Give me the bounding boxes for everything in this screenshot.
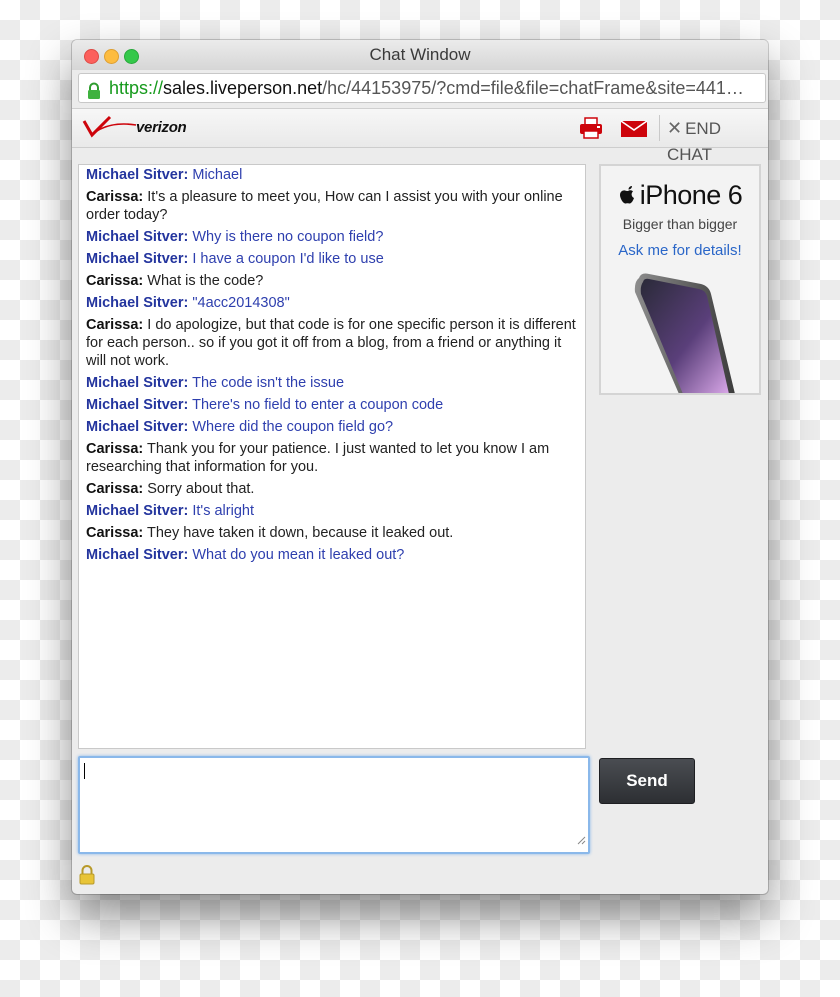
chat-message: Michael Sitver: Michael [86, 166, 578, 184]
url-text: https://sales.liveperson.net/hc/44153975… [109, 74, 759, 102]
message-text: The code isn't the issue [192, 375, 345, 391]
send-button[interactable]: Send [599, 758, 695, 804]
toolbar-divider [659, 115, 660, 141]
apple-logo-icon [619, 186, 634, 204]
address-bar: https://sales.liveperson.net/hc/44153975… [72, 70, 768, 109]
message-sender: Carissa: [86, 189, 144, 205]
message-sender: Michael Sitver: [86, 419, 189, 435]
end-chat-button[interactable]: ✕ END CHAT [667, 115, 768, 164]
message-sender: Michael Sitver: [86, 375, 189, 391]
message-text: Thank you for your patience. I just want… [86, 441, 550, 475]
message-text: "4acc2014308" [192, 295, 290, 311]
message-text: Why is there no coupon field? [192, 229, 384, 245]
printer-icon[interactable] [578, 115, 604, 146]
chat-toolbar: verizon ✕ END CHAT [72, 109, 768, 164]
brand-wordmark: verizon [136, 119, 187, 136]
secure-lock-icon [86, 80, 102, 102]
chat-message: Michael Sitver: What do you mean it leak… [86, 546, 578, 564]
message-text: What do you mean it leaked out? [192, 547, 405, 563]
secure-connection-lock-icon [78, 864, 96, 891]
message-sender: Michael Sitver: [86, 503, 189, 519]
chat-message: Michael Sitver: I have a coupon I'd like… [86, 250, 578, 268]
message-sender: Carissa: [86, 525, 144, 541]
chat-message: Carissa: Thank you for your patience. I … [86, 440, 578, 476]
message-text: It's alright [192, 503, 254, 519]
window-title: Chat Window [369, 45, 471, 64]
message-sender: Michael Sitver: [86, 229, 189, 245]
chat-message: Carissa: Sorry about that. [86, 480, 578, 498]
chat-message: Michael Sitver: The code isn't the issue [86, 374, 578, 392]
message-text: Michael [192, 167, 243, 183]
zoom-window-button[interactable] [124, 49, 139, 64]
url-path: /hc/44153975/?cmd=file&file=chatFrame&si… [322, 78, 744, 98]
url-field[interactable]: https://sales.liveperson.net/hc/44153975… [78, 73, 766, 103]
ad-title-text: iPhone 6 [639, 180, 743, 210]
chat-message: Michael Sitver: There's no field to ente… [86, 396, 578, 414]
chat-message: Michael Sitver: It's alright [86, 502, 578, 520]
close-x-icon: ✕ [667, 118, 683, 138]
message-sender: Michael Sitver: [86, 295, 189, 311]
message-sender: Carissa: [86, 441, 144, 457]
chat-message: Carissa: They have taken it down, becaus… [86, 524, 578, 542]
message-text: I have a coupon I'd like to use [192, 251, 384, 267]
chat-message: Carissa: What is the code? [86, 272, 578, 290]
ad-title: iPhone 6 [601, 180, 759, 211]
url-host: sales.liveperson.net [163, 78, 323, 98]
resize-grip-icon[interactable] [576, 832, 586, 850]
message-text: I do apologize, but that code is for one… [86, 317, 576, 369]
chat-message: Michael Sitver: Why is there no coupon f… [86, 228, 578, 246]
message-text: They have taken it down, because it leak… [147, 525, 454, 541]
message-sender: Carissa: [86, 273, 144, 289]
chat-window: Chat Window https://sales.liveperson.net… [72, 40, 768, 894]
ad-cta-link[interactable]: Ask me for details! [601, 242, 759, 259]
verizon-logo: verizon [80, 115, 210, 141]
ad-subtitle: Bigger than bigger [622, 216, 738, 232]
minimize-window-button[interactable] [104, 49, 119, 64]
email-icon[interactable] [620, 115, 648, 146]
iphone-image [631, 270, 741, 393]
url-scheme: https:// [109, 78, 164, 98]
message-sender: Michael Sitver: [86, 167, 189, 183]
chat-message: Michael Sitver: Where did the coupon fie… [86, 418, 578, 436]
message-sender: Michael Sitver: [86, 547, 189, 563]
text-cursor [84, 763, 85, 779]
message-sender: Michael Sitver: [86, 251, 189, 267]
message-sender: Carissa: [86, 317, 144, 333]
message-sender: Michael Sitver: [86, 397, 189, 413]
title-bar[interactable]: Chat Window [72, 40, 768, 70]
message-sender: Carissa: [86, 481, 144, 497]
iphone-ad-banner[interactable]: iPhone 6 Bigger than bigger Ask me for d… [599, 164, 761, 395]
chat-message: Michael Sitver: "4acc2014308" [86, 294, 578, 312]
message-text: Sorry about that. [147, 481, 255, 497]
message-text: There's no field to enter a coupon code [192, 397, 444, 413]
chat-message: Carissa: I do apologize, but that code i… [86, 316, 578, 370]
chat-transcript[interactable]: Michael Sitver: Michael Carissa: It's a p… [78, 164, 586, 749]
message-input[interactable] [78, 756, 590, 854]
chat-message: Carissa: It's a pleasure to meet you, Ho… [86, 188, 578, 224]
close-window-button[interactable] [84, 49, 99, 64]
message-text: Where did the coupon field go? [192, 419, 394, 435]
message-text: What is the code? [147, 273, 264, 289]
message-text: It's a pleasure to meet you, How can I a… [86, 189, 563, 223]
